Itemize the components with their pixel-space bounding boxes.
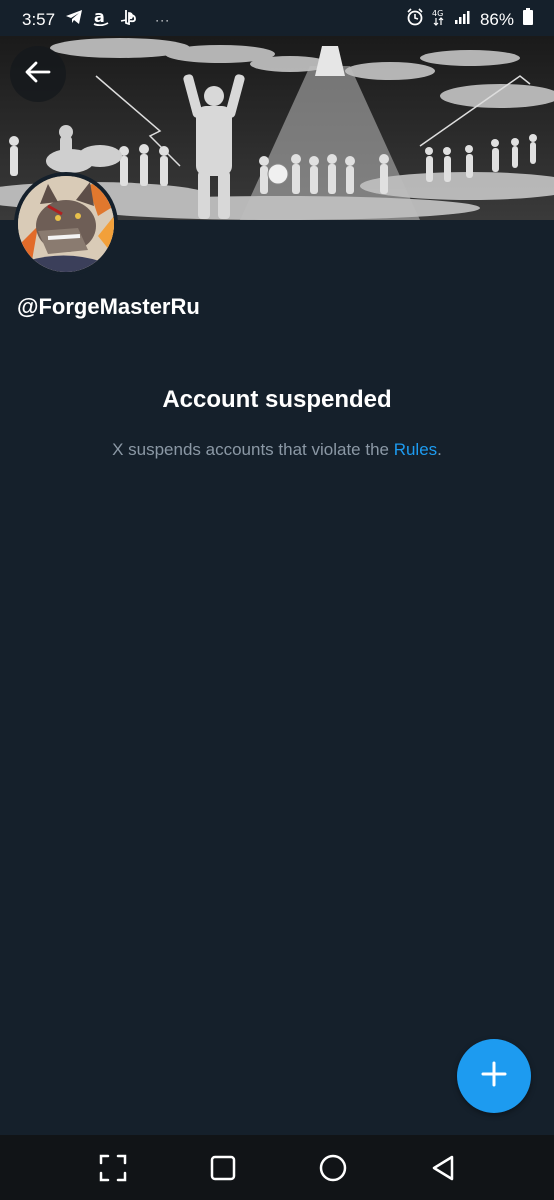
rules-link[interactable]: Rules: [394, 440, 437, 459]
screenshot-icon[interactable]: [98, 1153, 128, 1183]
back-icon[interactable]: [428, 1153, 458, 1183]
profile-handle: @ForgeMasterRu: [17, 294, 200, 319]
battery-icon: [522, 8, 534, 31]
arrow-left-icon: [25, 61, 51, 88]
clock: 3:57: [22, 9, 56, 29]
status-bar: 3:57 a ··· 4G 86%: [0, 0, 554, 36]
system-nav-bar: [0, 1135, 554, 1200]
alarm-icon: [406, 8, 424, 31]
suspended-message-end: .: [437, 440, 442, 459]
more-notifications-icon: ···: [155, 12, 171, 27]
compose-button[interactable]: [457, 1039, 531, 1113]
playstation-icon: [119, 9, 139, 30]
home-icon[interactable]: [318, 1153, 348, 1183]
suspended-title: Account suspended: [162, 386, 392, 413]
back-button[interactable]: [10, 46, 66, 102]
signal-icon: [454, 9, 472, 30]
svg-text:4G: 4G: [432, 9, 443, 18]
amazon-icon: a: [93, 7, 109, 31]
svg-text:a: a: [94, 8, 105, 26]
telegram-icon: [65, 9, 83, 30]
avatar[interactable]: [14, 172, 118, 276]
battery-percent: 86%: [479, 9, 514, 29]
recents-icon[interactable]: [208, 1153, 238, 1183]
suspended-message-text: X suspends accounts that violate the: [112, 440, 394, 459]
volte-icon: 4G: [432, 8, 446, 31]
suspended-message: X suspends accounts that violate the Rul…: [0, 440, 554, 460]
plus-icon: [481, 1061, 507, 1092]
